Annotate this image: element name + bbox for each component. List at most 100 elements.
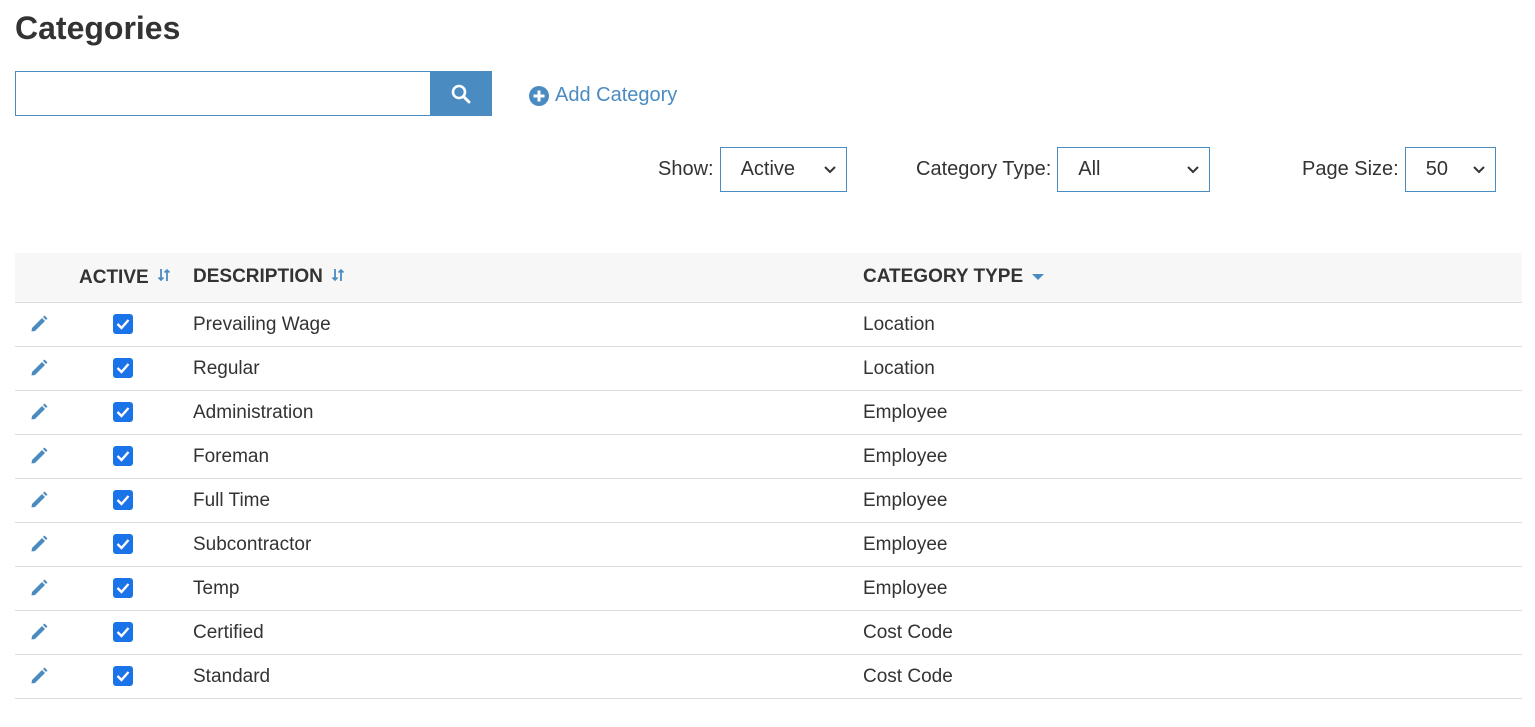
active-checkbox[interactable] (113, 622, 133, 643)
page-size-select[interactable]: 50 (1404, 147, 1496, 192)
edit-cell (15, 434, 67, 479)
sort-icon (157, 266, 171, 288)
table-row: Full Time Employee (15, 478, 1522, 523)
checkmark-icon (116, 626, 130, 639)
edit-cell (15, 302, 67, 347)
checkmark-icon (116, 362, 130, 375)
category-type-cell: Employee (863, 522, 1522, 567)
category-type-cell: Cost Code (863, 654, 1522, 699)
pencil-icon[interactable] (29, 402, 49, 422)
table-row: Certified Cost Code (15, 610, 1522, 655)
show-select[interactable]: Active (719, 147, 847, 192)
category-type-cell: Location (863, 346, 1522, 391)
add-category-label: Add Category (555, 84, 678, 106)
table-body: Prevailing Wage Location Regular Location Ad… (15, 302, 1522, 699)
chevron-down-icon (823, 165, 836, 174)
checkmark-icon (116, 450, 130, 463)
checkmark-icon (116, 538, 130, 551)
active-header-label: ACTIVE (79, 266, 149, 288)
chevron-down-icon (1187, 165, 1199, 174)
table-row: Prevailing Wage Location (15, 302, 1522, 347)
checkmark-icon (116, 406, 130, 419)
active-checkbox[interactable] (113, 490, 133, 511)
edit-cell (15, 522, 67, 567)
chevron-down-icon (1473, 165, 1485, 174)
description-header-label: DESCRIPTION (193, 266, 323, 288)
description-cell: Regular (193, 346, 863, 391)
category-type-cell: Employee (863, 390, 1522, 435)
show-label: Show: (658, 158, 714, 180)
categories-table: ACTIVE DESCRIPTION CATEGORY TYPE Prevail… (15, 253, 1522, 699)
description-cell: Full Time (193, 478, 863, 523)
table-row: Foreman Employee (15, 434, 1522, 479)
show-filter: Show: Active (658, 147, 847, 192)
active-cell (67, 654, 193, 699)
category-type-select[interactable]: All (1057, 147, 1211, 192)
category-type-column-header[interactable]: CATEGORY TYPE (863, 253, 1522, 303)
category-type-cell: Employee (863, 478, 1522, 523)
description-column-header[interactable]: DESCRIPTION (193, 253, 863, 303)
description-cell: Administration (193, 390, 863, 435)
active-cell (67, 390, 193, 435)
description-cell: Temp (193, 566, 863, 611)
active-column-header[interactable]: ACTIVE (67, 253, 193, 303)
pencil-icon[interactable] (29, 666, 49, 686)
search-input[interactable] (15, 71, 431, 116)
edit-cell (15, 346, 67, 391)
edit-cell (15, 654, 67, 699)
sort-icon (331, 266, 345, 288)
active-checkbox[interactable] (113, 402, 133, 423)
table-row: Temp Employee (15, 566, 1522, 611)
active-cell (67, 346, 193, 391)
table-header-row: ACTIVE DESCRIPTION CATEGORY TYPE (15, 253, 1522, 303)
edit-cell (15, 390, 67, 435)
checkmark-icon (116, 318, 130, 331)
active-cell (67, 478, 193, 523)
description-cell: Standard (193, 654, 863, 699)
pencil-icon[interactable] (29, 622, 49, 642)
edit-cell (15, 478, 67, 523)
description-cell: Certified (193, 610, 863, 655)
edit-cell (15, 566, 67, 611)
page-size-label: Page Size: (1302, 158, 1399, 180)
page-size-filter: Page Size: 50 (1302, 147, 1496, 192)
active-checkbox[interactable] (113, 578, 133, 599)
show-selected-value: Active (740, 158, 796, 180)
pencil-icon[interactable] (29, 490, 49, 510)
category-type-cell: Employee (863, 566, 1522, 611)
checkmark-icon (116, 670, 130, 683)
description-cell: Foreman (193, 434, 863, 479)
active-cell (67, 302, 193, 347)
edit-column-header (15, 253, 67, 303)
checkmark-icon (116, 582, 130, 595)
active-checkbox[interactable] (113, 446, 133, 467)
active-checkbox[interactable] (113, 358, 133, 379)
table-row: Subcontractor Employee (15, 522, 1522, 567)
category-type-cell: Cost Code (863, 610, 1522, 655)
caret-down-icon (1031, 266, 1045, 288)
pencil-icon[interactable] (29, 578, 49, 598)
search-button[interactable] (430, 71, 492, 116)
active-cell (67, 522, 193, 567)
pencil-icon[interactable] (29, 534, 49, 554)
search-icon (451, 84, 471, 104)
pencil-icon[interactable] (29, 358, 49, 378)
add-category-link[interactable]: Add Category (529, 84, 677, 107)
active-cell (67, 434, 193, 479)
edit-cell (15, 610, 67, 655)
active-checkbox[interactable] (113, 534, 133, 555)
category-type-filter: Category Type: All (916, 147, 1211, 192)
active-cell (67, 610, 193, 655)
pencil-icon[interactable] (29, 314, 49, 334)
category-type-label: Category Type: (916, 158, 1052, 180)
plus-circle-icon (529, 85, 549, 106)
category-type-selected-value: All (1078, 158, 1101, 180)
category-type-cell: Employee (863, 434, 1522, 479)
active-checkbox[interactable] (113, 314, 133, 335)
pencil-icon[interactable] (29, 446, 49, 466)
description-cell: Subcontractor (193, 522, 863, 567)
description-cell: Prevailing Wage (193, 302, 863, 347)
active-checkbox[interactable] (113, 666, 133, 687)
active-cell (67, 566, 193, 611)
page-title: Categories (15, 10, 181, 46)
